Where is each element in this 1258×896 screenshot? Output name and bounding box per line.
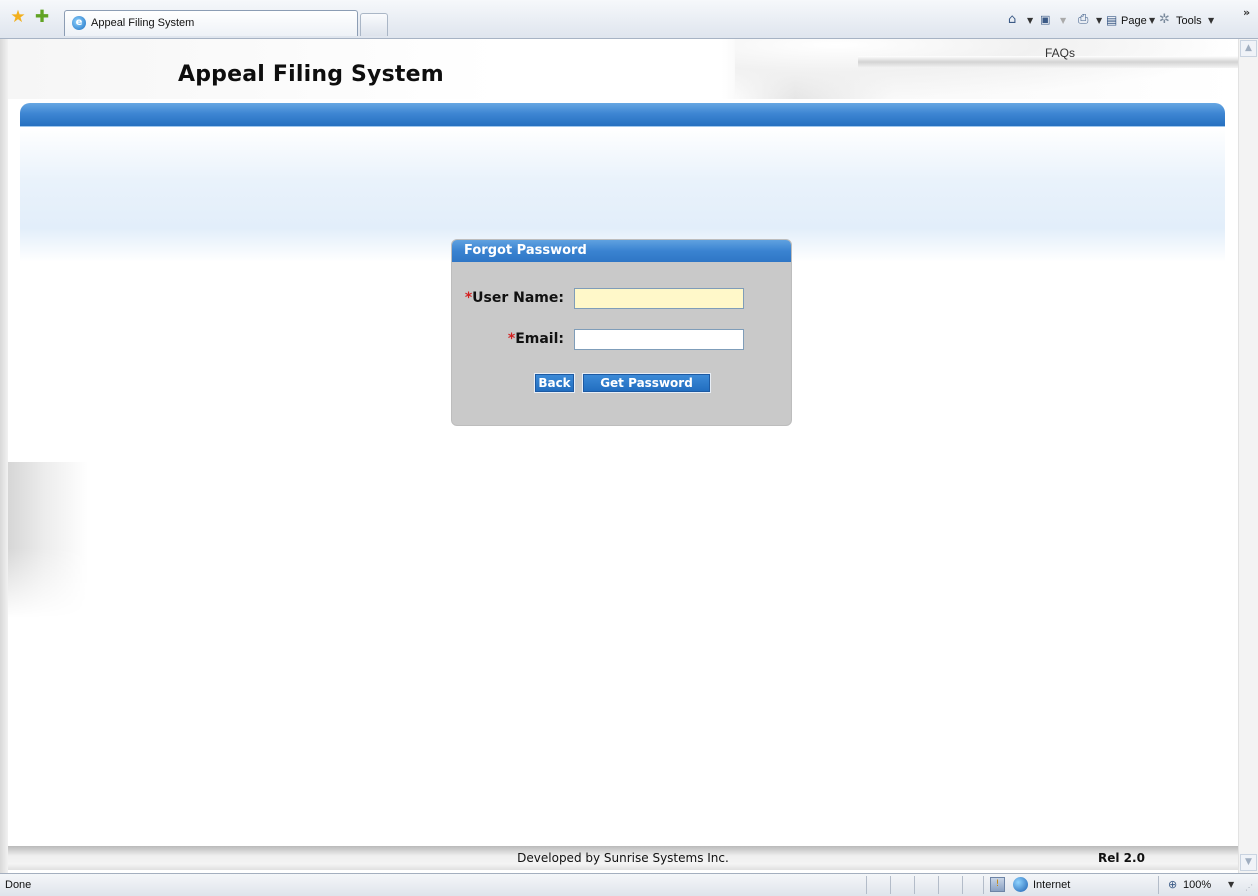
- tools-gear-icon[interactable]: ✲: [1159, 12, 1170, 28]
- page-menu[interactable]: Page: [1121, 13, 1147, 29]
- tools-dropdown-arrow-icon[interactable]: ▼: [1208, 13, 1214, 29]
- email-input[interactable]: [574, 329, 744, 350]
- site-title: Appeal Filing System: [178, 62, 444, 87]
- username-input[interactable]: [574, 288, 744, 309]
- back-button[interactable]: Back: [534, 373, 575, 393]
- ie-page-icon: e: [72, 16, 86, 30]
- scroll-up-icon[interactable]: ▲: [1240, 40, 1257, 57]
- page-dropdown-arrow-icon[interactable]: ▼: [1149, 13, 1155, 29]
- status-text: Done: [5, 879, 32, 891]
- status-separator: [938, 876, 939, 894]
- forgot-password-title: Forgot Password: [464, 243, 587, 258]
- tab-title: Appeal Filing System: [91, 17, 195, 29]
- status-separator: [983, 876, 984, 894]
- feeds-icon[interactable]: ▣: [1040, 12, 1050, 28]
- new-tab-button[interactable]: [360, 13, 388, 36]
- username-label: *User Name:: [452, 290, 564, 306]
- protected-mode-icon[interactable]: !: [990, 877, 1005, 892]
- security-zone-text: Internet: [1033, 879, 1071, 891]
- email-label: *Email:: [452, 331, 564, 347]
- email-label-text: Email:: [515, 331, 564, 347]
- feeds-dropdown-arrow-icon[interactable]: ▼: [1060, 13, 1066, 29]
- faq-link[interactable]: FAQs: [1045, 46, 1075, 60]
- browser-tab-active[interactable]: e Appeal Filing System: [64, 10, 358, 36]
- developed-by-text: Developed by Sunrise Systems Inc.: [517, 851, 729, 865]
- banner-bar: [20, 103, 1225, 127]
- status-separator: [866, 876, 867, 894]
- add-favorites-icon[interactable]: ✚: [34, 9, 50, 26]
- tools-menu[interactable]: Tools: [1176, 13, 1202, 29]
- forgot-password-panel: Forgot Password *User Name: *Email: Back…: [451, 239, 792, 426]
- status-separator: [1158, 876, 1159, 894]
- home-dropdown-arrow-icon[interactable]: ▼: [1027, 13, 1033, 29]
- status-separator: [914, 876, 915, 894]
- browser-command-bar: ★ ✚ e Appeal Filing System ⌂ ▼ ▣ ▼ ⎙ ▼ ▤…: [0, 0, 1258, 39]
- zoom-dropdown-arrow-icon[interactable]: ▼: [1228, 880, 1234, 889]
- browser-status-bar: Done ! Internet ⊕ 100% ▼ ⋰: [0, 873, 1258, 896]
- get-password-button[interactable]: Get Password: [582, 373, 711, 393]
- scroll-down-icon[interactable]: ▼: [1240, 854, 1257, 871]
- print-dropdown-arrow-icon[interactable]: ▼: [1096, 13, 1102, 29]
- zoom-magnifier-icon[interactable]: ⊕: [1168, 878, 1177, 891]
- internet-zone-globe-icon: [1013, 877, 1028, 892]
- page-icon[interactable]: ▤: [1106, 12, 1117, 28]
- favorites-star-icon[interactable]: ★: [10, 9, 26, 26]
- left-shadow-decoration: [8, 462, 88, 618]
- status-separator: [890, 876, 891, 894]
- home-icon[interactable]: ⌂: [1008, 12, 1016, 28]
- resize-grip-icon[interactable]: ⋰: [1245, 883, 1253, 892]
- vertical-scrollbar[interactable]: ▲ ▼: [1238, 39, 1258, 873]
- page-footer: Developed by Sunrise Systems Inc. Rel 2.…: [8, 846, 1238, 870]
- forgot-password-header: Forgot Password: [452, 240, 791, 262]
- status-separator: [962, 876, 963, 894]
- toolbar-overflow-chevron[interactable]: »: [1243, 6, 1250, 19]
- page-left-border: [0, 39, 8, 873]
- release-version: Rel 2.0: [1098, 851, 1145, 865]
- username-label-text: User Name:: [472, 290, 564, 306]
- header-swoosh-decoration: [735, 39, 1238, 99]
- zoom-level[interactable]: 100%: [1183, 879, 1211, 891]
- print-icon[interactable]: ⎙: [1078, 12, 1088, 28]
